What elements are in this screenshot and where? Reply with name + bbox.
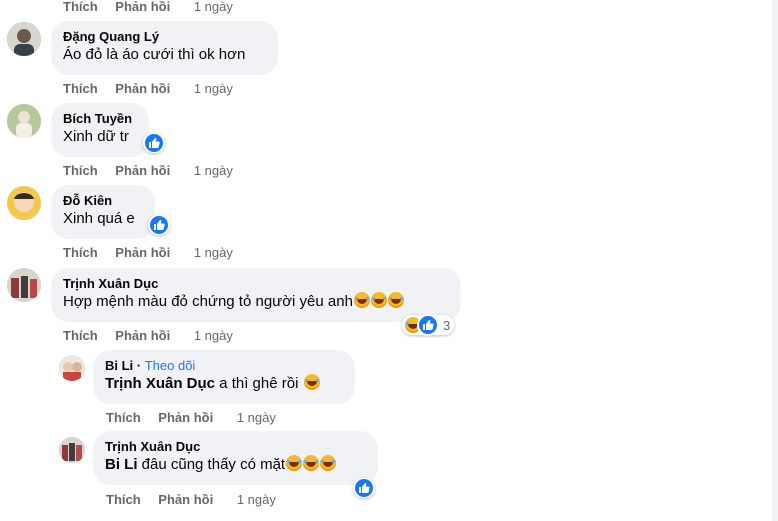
reply-bubble: Trịnh Xuân Dục Bi Li đâu cũng thấy có mặ… (93, 431, 378, 485)
avatar-image (7, 268, 41, 302)
reaction-summary[interactable] (353, 478, 375, 498)
like-link[interactable]: Thích (63, 245, 98, 260)
laugh-emoji (303, 374, 320, 390)
reply-link[interactable]: Phản hồi (115, 0, 170, 14)
comment-time[interactable]: 1 ngày (194, 0, 233, 14)
comment-text: Xinh quá e (63, 210, 135, 227)
avatar[interactable] (7, 268, 41, 302)
comment-bubble: Trịnh Xuân Dục Hợp mệnh màu đỏ chứng tỏ … (51, 268, 461, 322)
reaction-summary[interactable]: 3 (402, 314, 455, 336)
like-link[interactable]: Thích (63, 81, 98, 96)
laugh-emoji (370, 292, 387, 308)
reply-link[interactable]: Phản hồi (158, 410, 213, 425)
like-icon (145, 134, 163, 152)
reply-actions: Thích Phản hồi 1 ngày (106, 410, 276, 425)
comment-actions: Thích Phản hồi 1 ngày (63, 163, 233, 178)
commenter-name[interactable]: Trịnh Xuân Dục (63, 276, 449, 292)
avatar[interactable] (59, 355, 85, 381)
avatar-image (7, 22, 41, 56)
commenter-name[interactable]: Đặng Quang Lý (63, 29, 266, 45)
like-icon (417, 314, 439, 336)
avatar[interactable] (7, 186, 41, 220)
comment-text: Áo đỏ là áo cưới thì ok hơn (63, 46, 246, 63)
like-link[interactable]: Thích (106, 410, 141, 425)
like-icon (355, 479, 373, 497)
laugh-emoji (387, 292, 404, 308)
like-icon (150, 216, 168, 234)
comment-time[interactable]: 1 ngày (194, 245, 233, 260)
comment-bubble: Bích Tuyền Xinh dữ tr (51, 103, 149, 157)
mention-link[interactable]: Trịnh Xuân Dục (105, 375, 215, 392)
replier-name-link[interactable]: Bi Li (105, 358, 133, 373)
comment-text: Xinh dữ tr (63, 128, 129, 145)
like-link[interactable]: Thích (106, 492, 141, 507)
comment-text: Hợp mệnh màu đỏ chứng tỏ người yêu anh (63, 292, 449, 312)
reply-link[interactable]: Phản hồi (115, 328, 170, 343)
commenter-name[interactable]: Đỗ Kiên (63, 193, 143, 209)
avatar-image (59, 437, 85, 463)
reply-bubble: Bi Li · Theo dõi Trịnh Xuân Dục a thì gh… (93, 350, 355, 404)
comment-actions-top: Thích Phản hồi 1 ngày (63, 0, 233, 14)
comment-actions: Thích Phản hồi 1 ngày (63, 328, 233, 343)
reply-link[interactable]: Phản hồi (158, 492, 213, 507)
mention-link[interactable]: Bi Li (105, 456, 138, 473)
avatar-image (59, 355, 85, 381)
comment-bubble: Đỗ Kiên Xinh quá e (51, 185, 155, 239)
reply-time[interactable]: 1 ngày (237, 492, 276, 507)
laugh-emoji (303, 455, 320, 471)
like-link[interactable]: Thích (63, 0, 98, 14)
reply-link[interactable]: Phản hồi (115, 163, 170, 178)
comment-bubble: Đặng Quang Lý Áo đỏ là áo cưới thì ok hơ… (51, 21, 278, 75)
like-link[interactable]: Thích (63, 163, 98, 178)
comment-actions: Thích Phản hồi 1 ngày (63, 81, 233, 96)
reaction-count: 3 (443, 317, 451, 333)
reply-link[interactable]: Phản hồi (115, 81, 170, 96)
avatar[interactable] (7, 104, 41, 138)
comment-actions: Thích Phản hồi 1 ngày (63, 245, 233, 260)
scrollbar[interactable] (772, 0, 778, 521)
reaction-summary[interactable] (148, 215, 170, 235)
reply-actions: Thích Phản hồi 1 ngày (106, 492, 276, 507)
replier-name: Bi Li · Theo dõi (105, 358, 196, 373)
avatar[interactable] (7, 22, 41, 56)
commenter-name[interactable]: Bích Tuyền (63, 111, 137, 127)
avatar-image (7, 104, 41, 138)
comment-time[interactable]: 1 ngày (194, 163, 233, 178)
replier-name[interactable]: Trịnh Xuân Dục (105, 439, 366, 455)
reply-text: Bi Li đâu cũng thấy có mặt (105, 455, 366, 475)
laugh-emoji (353, 292, 370, 308)
reply-link[interactable]: Phản hồi (115, 245, 170, 260)
like-link[interactable]: Thích (63, 328, 98, 343)
comment-time[interactable]: 1 ngày (194, 81, 233, 96)
laugh-emoji (320, 455, 337, 471)
reaction-summary[interactable] (143, 133, 165, 153)
reply-text: Trịnh Xuân Dục a thì ghê rồi (105, 374, 343, 394)
follow-link[interactable]: Theo dõi (145, 358, 196, 373)
reply-time[interactable]: 1 ngày (237, 410, 276, 425)
laugh-emoji (286, 455, 303, 471)
avatar-image (7, 186, 41, 220)
avatar[interactable] (59, 437, 85, 463)
comment-time[interactable]: 1 ngày (194, 328, 233, 343)
